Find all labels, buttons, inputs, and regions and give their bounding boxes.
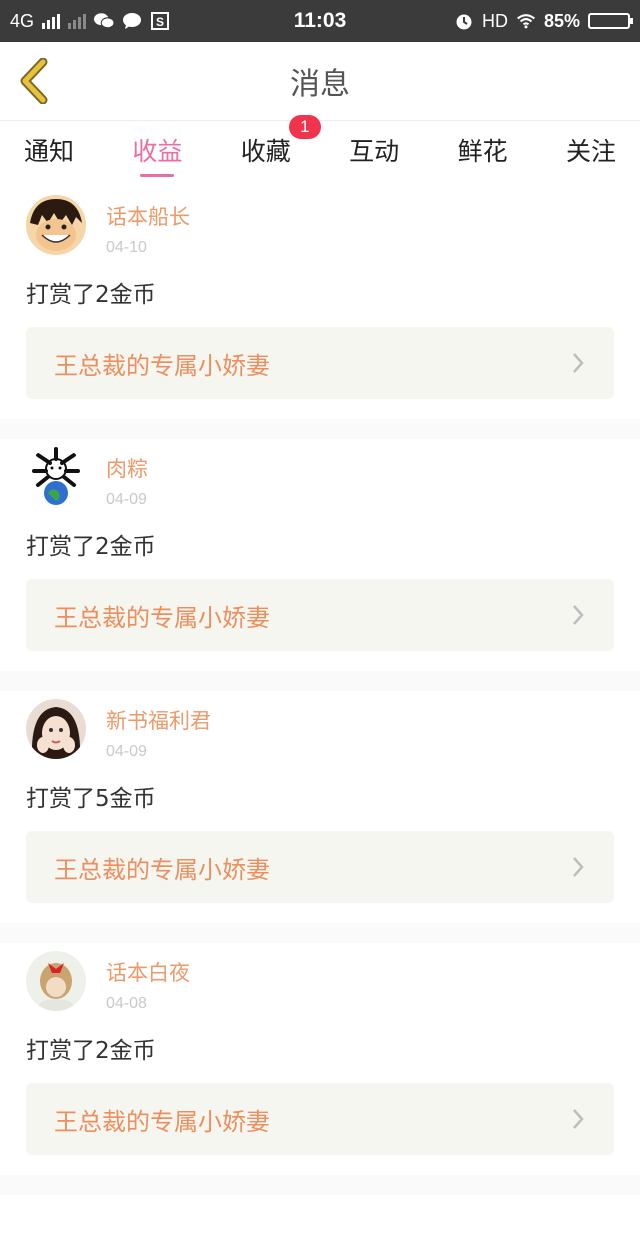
book-title: 王总裁的专属小娇妻 — [54, 351, 270, 380]
tab-label: 收益 — [132, 137, 183, 166]
book-link[interactable]: 王总裁的专属小娇妻 — [26, 579, 614, 651]
message-date: 04-09 — [106, 743, 147, 760]
book-link[interactable]: 王总裁的专属小娇妻 — [26, 327, 614, 399]
book-title: 王总裁的专属小娇妻 — [54, 603, 270, 632]
unread-badge: 1 — [288, 115, 321, 139]
back-button[interactable] — [14, 56, 54, 106]
tab-label: 收藏 — [240, 137, 291, 166]
message-card: 新书福利君 04-09 打赏了5金币 王总裁的专属小娇妻 — [0, 691, 640, 923]
hd-label: HD — [481, 10, 508, 31]
back-arrow-icon — [20, 58, 48, 104]
avatar[interactable] — [26, 699, 86, 759]
message-date: 04-08 — [106, 995, 147, 1012]
user-row: 新书福利君 04-09 — [26, 691, 614, 761]
user-row: 话本白夜 04-08 — [26, 943, 614, 1013]
tab-following[interactable]: 关注 — [566, 121, 616, 179]
user-name[interactable]: 肉粽 — [106, 453, 148, 483]
book-link[interactable]: 王总裁的专属小娇妻 — [26, 831, 614, 903]
alarm-icon — [454, 12, 474, 30]
message-card: 话本白夜 04-08 打赏了2金币 王总裁的专属小娇妻 — [0, 943, 640, 1175]
battery-percent: 85% — [543, 10, 580, 31]
user-name[interactable]: 话本船长 — [106, 201, 190, 231]
tab-label: 鲜花 — [457, 137, 508, 166]
user-info: 新书福利君 04-09 — [106, 699, 211, 761]
divider — [0, 671, 640, 691]
battery-icon — [588, 13, 633, 29]
status-right: HD 85% — [454, 10, 633, 32]
page-title: 消息 — [290, 67, 350, 102]
user-name[interactable]: 新书福利君 — [106, 705, 211, 735]
user-name[interactable]: 话本白夜 — [106, 957, 190, 987]
book-title: 王总裁的专属小娇妻 — [54, 1107, 270, 1136]
divider — [0, 923, 640, 943]
message-card: 肉粽 04-09 打赏了2金币 王总裁的专属小娇妻 — [0, 439, 640, 671]
divider — [0, 1175, 640, 1195]
book-link[interactable]: 王总裁的专属小娇妻 — [26, 1083, 614, 1155]
chevron-right-icon — [570, 1107, 586, 1131]
status-bar: 4G S 11:03 HD 85% — [0, 0, 640, 42]
user-info: 话本船长 04-10 — [106, 195, 190, 257]
message-date: 04-09 — [106, 491, 147, 508]
tab-label: 互动 — [349, 137, 400, 166]
tab-notice[interactable]: 通知 — [24, 121, 74, 179]
tab-flowers[interactable]: 鲜花 — [458, 121, 508, 179]
avatar[interactable] — [26, 195, 86, 255]
user-info: 肉粽 04-09 — [106, 447, 148, 509]
tab-bar: 通知 收益 收藏 1 互动 鲜花 关注 — [0, 115, 640, 179]
user-row: 话本船长 04-10 — [26, 187, 614, 257]
reward-text: 打赏了2金币 — [26, 1038, 156, 1064]
reward-text: 打赏了2金币 — [26, 534, 156, 560]
message-list: 话本船长 04-10 打赏了2金币 王总裁的专属小娇妻 肉粽 04-09 打赏了… — [0, 179, 640, 1195]
chevron-right-icon — [570, 603, 586, 627]
nav-bar: 消息 — [0, 42, 640, 121]
avatar[interactable] — [26, 447, 86, 507]
tab-label: 通知 — [24, 137, 75, 166]
chevron-right-icon — [570, 855, 586, 879]
message-card: 话本船长 04-10 打赏了2金币 王总裁的专属小娇妻 — [0, 187, 640, 419]
wifi-icon — [516, 12, 536, 30]
tab-favorites[interactable]: 收藏 1 — [240, 115, 321, 179]
message-date: 04-10 — [106, 239, 147, 256]
user-row: 肉粽 04-09 — [26, 439, 614, 509]
tab-interaction[interactable]: 互动 — [349, 121, 399, 179]
tab-label: 关注 — [565, 137, 616, 166]
divider — [0, 419, 640, 439]
user-info: 话本白夜 04-08 — [106, 951, 190, 1013]
tab-earnings[interactable]: 收益 — [132, 121, 182, 179]
chevron-right-icon — [570, 351, 586, 375]
reward-text: 打赏了5金币 — [26, 786, 156, 812]
reward-text: 打赏了2金币 — [26, 282, 156, 308]
book-title: 王总裁的专属小娇妻 — [54, 855, 270, 884]
avatar[interactable] — [26, 951, 86, 1011]
